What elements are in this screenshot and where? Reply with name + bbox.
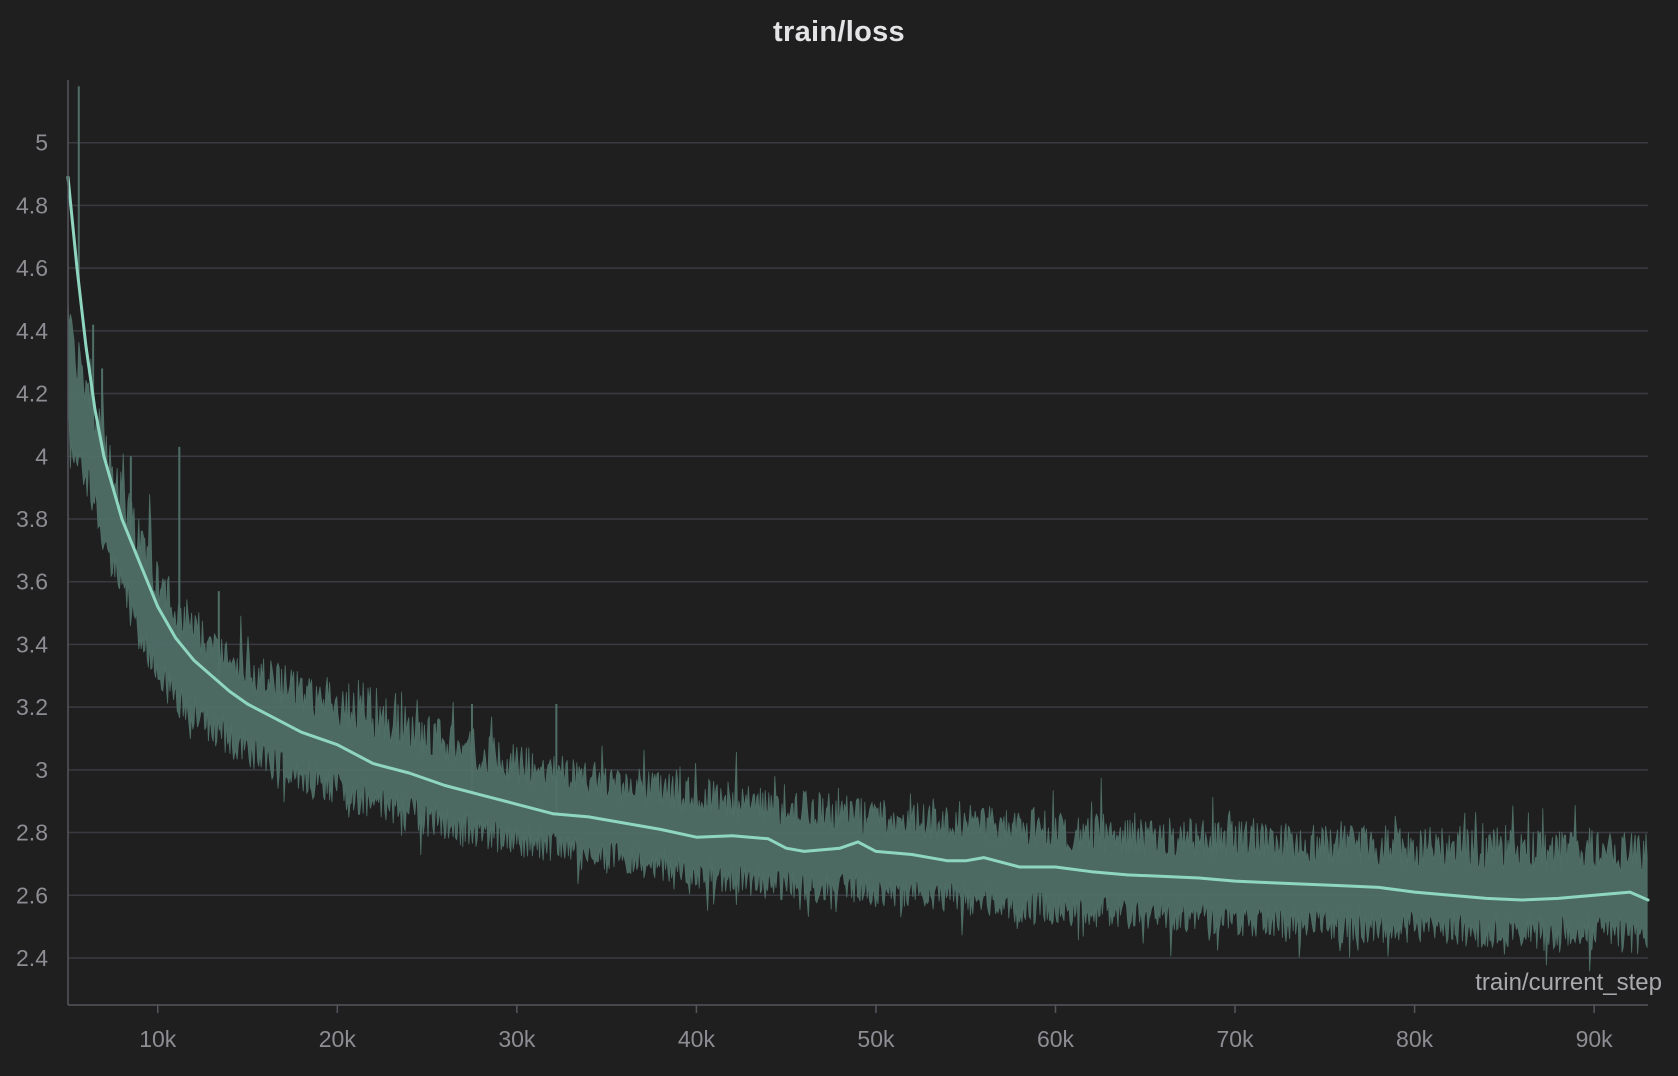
x-tick-label: 10k [139, 1026, 177, 1052]
y-tick-label: 4.2 [16, 381, 48, 407]
smoothed-series [66, 175, 1650, 902]
x-tick-label: 40k [678, 1026, 716, 1052]
x-tick-label: 50k [857, 1026, 895, 1052]
x-tick-label: 90k [1576, 1026, 1614, 1052]
y-tick-label: 5 [35, 130, 48, 156]
x-tick-label: 60k [1037, 1026, 1075, 1052]
x-axis-ticks: 10k 20k 30k 40k 50k 60k 70k 80k 90k [139, 1005, 1613, 1052]
y-tick-label: 4.4 [16, 318, 48, 344]
x-tick-label: 70k [1216, 1026, 1254, 1052]
y-tick-label: 3.2 [16, 694, 48, 720]
y-tick-label: 3.8 [16, 506, 48, 532]
x-tick-label: 20k [319, 1026, 357, 1052]
smoothed-loss-line [66, 175, 1650, 902]
y-tick-label: 4.8 [16, 192, 48, 218]
y-tick-label: 3.6 [16, 569, 48, 595]
x-axis-label: train/current_step [1475, 969, 1662, 996]
y-tick-label: 3 [35, 757, 48, 783]
y-tick-label: 4 [35, 443, 48, 469]
x-tick-label: 30k [498, 1026, 536, 1052]
y-tick-label: 2.4 [16, 945, 48, 971]
chart-panel: train/loss 2.4 2.6 2.8 3 3.2 3.4 3.6 3.8 4 4.2 4.4… [0, 0, 1678, 1076]
y-tick-label: 2.8 [16, 820, 48, 846]
y-axis-ticks: 2.4 2.6 2.8 3 3.2 3.4 3.6 3.8 4 4.2 4.4 4.6 4.8 5 [16, 130, 48, 971]
raw-series [67, 86, 1648, 972]
x-tick-label: 80k [1396, 1026, 1434, 1052]
loss-chart: 2.4 2.6 2.8 3 3.2 3.4 3.6 3.8 4 4.2 4.4 4.6 4.8 5 10k… [16, 80, 1662, 1052]
y-tick-label: 2.6 [16, 882, 48, 908]
y-tick-label: 4.6 [16, 255, 48, 281]
y-tick-label: 3.4 [16, 631, 48, 657]
raw-loss-band [67, 301, 1648, 972]
